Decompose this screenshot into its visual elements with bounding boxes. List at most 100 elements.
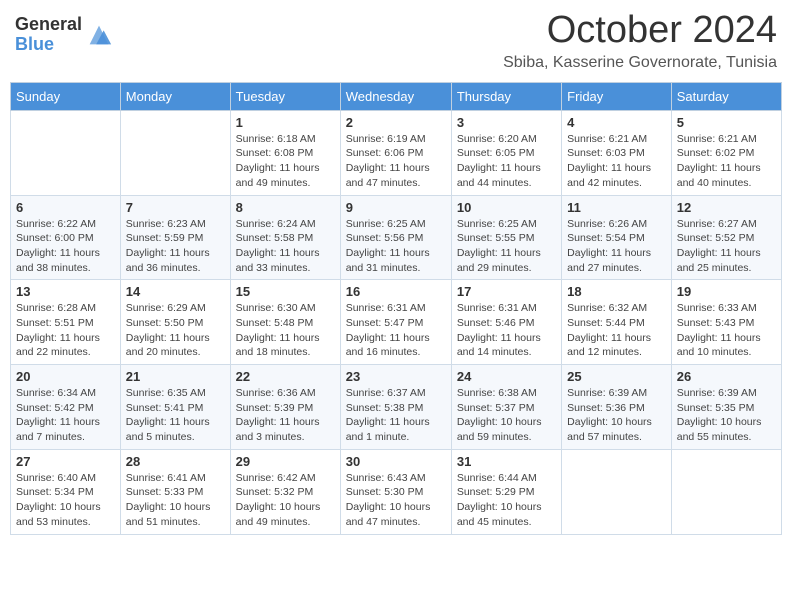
calendar-cell: 29 Sunrise: 6:42 AM Sunset: 5:32 PM Dayli… xyxy=(230,449,340,534)
page-header: General Blue October 2024 Sbiba, Kasseri… xyxy=(10,10,782,72)
calendar-week-row: 27 Sunrise: 6:40 AM Sunset: 5:34 PM Dayli… xyxy=(11,449,782,534)
calendar-cell: 23 Sunrise: 6:37 AM Sunset: 5:38 PM Dayli… xyxy=(340,365,451,450)
calendar-cell xyxy=(11,110,121,195)
day-info: Sunrise: 6:21 AM Sunset: 6:02 PM Dayligh… xyxy=(677,132,776,191)
month-year-title: October 2024 xyxy=(503,10,777,52)
calendar-header-sunday: Sunday xyxy=(11,82,121,110)
day-info: Sunrise: 6:18 AM Sunset: 6:08 PM Dayligh… xyxy=(236,132,335,191)
day-number: 23 xyxy=(346,369,446,384)
day-info: Sunrise: 6:25 AM Sunset: 5:56 PM Dayligh… xyxy=(346,217,446,276)
day-info: Sunrise: 6:34 AM Sunset: 5:42 PM Dayligh… xyxy=(16,386,115,445)
calendar-header-wednesday: Wednesday xyxy=(340,82,451,110)
day-number: 28 xyxy=(126,454,225,469)
day-info: Sunrise: 6:29 AM Sunset: 5:50 PM Dayligh… xyxy=(126,301,225,360)
calendar-header-thursday: Thursday xyxy=(451,82,561,110)
calendar-cell: 2Sunrise: 6:19 AM Sunset: 6:06 PM Daylig… xyxy=(340,110,451,195)
calendar-week-row: 6 Sunrise: 6:22 AM Sunset: 6:00 PM Daylig… xyxy=(11,195,782,280)
day-number: 20 xyxy=(16,369,115,384)
day-number: 22 xyxy=(236,369,335,384)
calendar-cell: 7 Sunrise: 6:23 AM Sunset: 5:59 PM Daylig… xyxy=(120,195,230,280)
day-info: Sunrise: 6:25 AM Sunset: 5:55 PM Dayligh… xyxy=(457,217,556,276)
calendar-cell: 1 Sunrise: 6:18 AM Sunset: 6:08 PM Daylig… xyxy=(230,110,340,195)
day-info: Sunrise: 6:20 AM Sunset: 6:05 PM Dayligh… xyxy=(457,132,556,191)
day-info: Sunrise: 6:23 AM Sunset: 5:59 PM Dayligh… xyxy=(126,217,225,276)
day-info: Sunrise: 6:32 AM Sunset: 5:44 PM Dayligh… xyxy=(567,301,666,360)
day-number: 30 xyxy=(346,454,446,469)
day-number: 8 xyxy=(236,200,335,215)
day-info: Sunrise: 6:28 AM Sunset: 5:51 PM Dayligh… xyxy=(16,301,115,360)
calendar-cell: 17 Sunrise: 6:31 AM Sunset: 5:46 PM Dayli… xyxy=(451,280,561,365)
calendar-cell: 28 Sunrise: 6:41 AM Sunset: 5:33 PM Dayli… xyxy=(120,449,230,534)
logo-general-text: General xyxy=(15,15,82,35)
logo-icon xyxy=(85,21,113,49)
calendar-header-row: SundayMondayTuesdayWednesdayThursdayFrid… xyxy=(11,82,782,110)
day-info: Sunrise: 6:31 AM Sunset: 5:46 PM Dayligh… xyxy=(457,301,556,360)
day-info: Sunrise: 6:44 AM Sunset: 5:29 PM Dayligh… xyxy=(457,471,556,530)
calendar-cell: 6 Sunrise: 6:22 AM Sunset: 6:00 PM Daylig… xyxy=(11,195,121,280)
calendar-cell: 27 Sunrise: 6:40 AM Sunset: 5:34 PM Dayli… xyxy=(11,449,121,534)
calendar-cell: 8 Sunrise: 6:24 AM Sunset: 5:58 PM Daylig… xyxy=(230,195,340,280)
day-info: Sunrise: 6:42 AM Sunset: 5:32 PM Dayligh… xyxy=(236,471,335,530)
calendar-cell: 5 Sunrise: 6:21 AM Sunset: 6:02 PM Daylig… xyxy=(671,110,781,195)
calendar-header-saturday: Saturday xyxy=(671,82,781,110)
calendar-cell xyxy=(671,449,781,534)
day-info: Sunrise: 6:40 AM Sunset: 5:34 PM Dayligh… xyxy=(16,471,115,530)
calendar-cell: 22 Sunrise: 6:36 AM Sunset: 5:39 PM Dayli… xyxy=(230,365,340,450)
day-number: 27 xyxy=(16,454,115,469)
calendar-week-row: 1 Sunrise: 6:18 AM Sunset: 6:08 PM Daylig… xyxy=(11,110,782,195)
day-info: Sunrise: 6:43 AM Sunset: 5:30 PM Dayligh… xyxy=(346,471,446,530)
day-number: 25 xyxy=(567,369,666,384)
day-number: 13 xyxy=(16,284,115,299)
calendar-cell: 16Sunrise: 6:31 AM Sunset: 5:47 PM Dayli… xyxy=(340,280,451,365)
day-info: Sunrise: 6:36 AM Sunset: 5:39 PM Dayligh… xyxy=(236,386,335,445)
day-number: 11 xyxy=(567,200,666,215)
day-number: 5 xyxy=(677,115,776,130)
day-number: 10 xyxy=(457,200,556,215)
day-number: 6 xyxy=(16,200,115,215)
day-info: Sunrise: 6:39 AM Sunset: 5:36 PM Dayligh… xyxy=(567,386,666,445)
day-number: 4 xyxy=(567,115,666,130)
day-info: Sunrise: 6:24 AM Sunset: 5:58 PM Dayligh… xyxy=(236,217,335,276)
calendar-week-row: 13 Sunrise: 6:28 AM Sunset: 5:51 PM Dayli… xyxy=(11,280,782,365)
day-number: 24 xyxy=(457,369,556,384)
day-info: Sunrise: 6:35 AM Sunset: 5:41 PM Dayligh… xyxy=(126,386,225,445)
day-number: 7 xyxy=(126,200,225,215)
day-number: 31 xyxy=(457,454,556,469)
calendar-cell xyxy=(562,449,672,534)
calendar-cell: 12 Sunrise: 6:27 AM Sunset: 5:52 PM Dayli… xyxy=(671,195,781,280)
day-info: Sunrise: 6:27 AM Sunset: 5:52 PM Dayligh… xyxy=(677,217,776,276)
day-number: 17 xyxy=(457,284,556,299)
calendar-cell xyxy=(120,110,230,195)
day-number: 12 xyxy=(677,200,776,215)
calendar-cell: 15 Sunrise: 6:30 AM Sunset: 5:48 PM Dayli… xyxy=(230,280,340,365)
day-number: 3 xyxy=(457,115,556,130)
calendar-cell: 10 Sunrise: 6:25 AM Sunset: 5:55 PM Dayli… xyxy=(451,195,561,280)
calendar-header-tuesday: Tuesday xyxy=(230,82,340,110)
calendar-cell: 11Sunrise: 6:26 AM Sunset: 5:54 PM Dayli… xyxy=(562,195,672,280)
day-info: Sunrise: 6:22 AM Sunset: 6:00 PM Dayligh… xyxy=(16,217,115,276)
calendar-cell: 30 Sunrise: 6:43 AM Sunset: 5:30 PM Dayli… xyxy=(340,449,451,534)
day-number: 26 xyxy=(677,369,776,384)
day-number: 14 xyxy=(126,284,225,299)
day-number: 16 xyxy=(346,284,446,299)
day-number: 1 xyxy=(236,115,335,130)
calendar-cell: 9Sunrise: 6:25 AM Sunset: 5:56 PM Daylig… xyxy=(340,195,451,280)
day-info: Sunrise: 6:30 AM Sunset: 5:48 PM Dayligh… xyxy=(236,301,335,360)
calendar-cell: 20 Sunrise: 6:34 AM Sunset: 5:42 PM Dayli… xyxy=(11,365,121,450)
day-info: Sunrise: 6:37 AM Sunset: 5:38 PM Dayligh… xyxy=(346,386,446,445)
day-info: Sunrise: 6:33 AM Sunset: 5:43 PM Dayligh… xyxy=(677,301,776,360)
day-number: 15 xyxy=(236,284,335,299)
day-number: 29 xyxy=(236,454,335,469)
calendar-cell: 31 Sunrise: 6:44 AM Sunset: 5:29 PM Dayli… xyxy=(451,449,561,534)
calendar-cell: 19 Sunrise: 6:33 AM Sunset: 5:43 PM Dayli… xyxy=(671,280,781,365)
day-number: 18 xyxy=(567,284,666,299)
day-number: 2 xyxy=(346,115,446,130)
day-info: Sunrise: 6:41 AM Sunset: 5:33 PM Dayligh… xyxy=(126,471,225,530)
calendar-cell: 21Sunrise: 6:35 AM Sunset: 5:41 PM Dayli… xyxy=(120,365,230,450)
logo-blue-text: Blue xyxy=(15,35,82,55)
calendar-cell: 26 Sunrise: 6:39 AM Sunset: 5:35 PM Dayli… xyxy=(671,365,781,450)
calendar-header-friday: Friday xyxy=(562,82,672,110)
calendar-week-row: 20 Sunrise: 6:34 AM Sunset: 5:42 PM Dayli… xyxy=(11,365,782,450)
day-info: Sunrise: 6:39 AM Sunset: 5:35 PM Dayligh… xyxy=(677,386,776,445)
day-number: 19 xyxy=(677,284,776,299)
